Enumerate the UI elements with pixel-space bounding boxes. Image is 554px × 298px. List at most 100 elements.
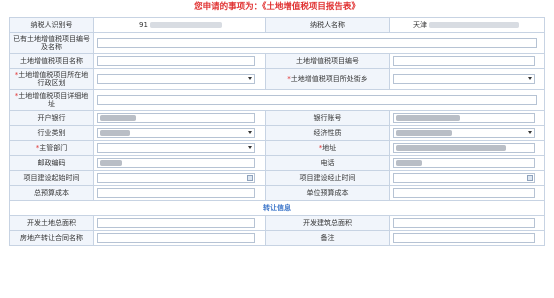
form-row-location: *土地增值税项目所在地行政区划 *土地增值税项目所处街乡 xyxy=(9,68,545,90)
taxpayer-id-prefix: 91 xyxy=(139,21,148,29)
bank-account-input[interactable] xyxy=(393,113,536,123)
end-date-input[interactable] xyxy=(393,173,536,183)
chevron-down-icon xyxy=(248,131,253,134)
contract-name-label: 房地产转让合同名称 xyxy=(9,230,94,246)
land-area-input[interactable] xyxy=(97,218,256,228)
form-row-dates: 项目建设起始时间 项目建设经止时间 xyxy=(9,170,545,186)
bank-account-label: 银行账号 xyxy=(265,110,390,126)
total-budget-cell xyxy=(93,185,266,201)
land-area-label: 开发土地总面积 xyxy=(9,215,94,231)
bank-input[interactable] xyxy=(97,113,256,123)
contract-name-cell xyxy=(93,230,266,246)
form-row-taxpayer: 纳税人识别号 91 纳税人名称 天津 xyxy=(9,17,545,33)
remarks-input[interactable] xyxy=(393,233,536,243)
building-area-cell xyxy=(389,215,545,231)
project-district-label: 土地增值税项目所在地行政区划 xyxy=(18,71,89,87)
start-date-label: 项目建设起始时间 xyxy=(9,170,94,186)
transfer-section-title: 转让信息 xyxy=(9,200,545,216)
industry-label: 行业类别 xyxy=(9,125,94,141)
form-row-authority: *主管部门 *地址 xyxy=(9,140,545,156)
land-area-cell xyxy=(93,215,266,231)
economic-nature-cell xyxy=(389,125,545,141)
chevron-down-icon xyxy=(528,131,533,134)
phone-redacted xyxy=(396,160,422,166)
calendar-icon[interactable] xyxy=(247,175,254,181)
total-budget-input[interactable] xyxy=(97,188,256,198)
bank-redacted xyxy=(100,115,136,121)
end-date-cell xyxy=(389,170,545,186)
address-cell xyxy=(389,140,545,156)
existing-project-cell xyxy=(93,32,545,54)
bank-label: 开户银行 xyxy=(9,110,94,126)
page-title: 您申请的事项为：《土地增值税项目报告表》 xyxy=(194,2,360,12)
postcode-cell xyxy=(93,155,266,171)
total-budget-label: 总预算成本 xyxy=(9,185,94,201)
unit-budget-input[interactable] xyxy=(393,188,536,198)
contract-name-input[interactable] xyxy=(97,233,256,243)
project-address-input[interactable] xyxy=(97,95,537,105)
project-street-label-cell: *土地增值税项目所处街乡 xyxy=(265,68,390,90)
chevron-down-icon xyxy=(248,77,253,80)
form-row-project-address: *土地增值税项目详细地址 xyxy=(9,89,545,111)
project-address-cell xyxy=(93,89,545,111)
project-name-cell xyxy=(93,53,266,69)
project-district-cell xyxy=(93,68,266,90)
building-area-input[interactable] xyxy=(393,218,536,228)
existing-project-input[interactable] xyxy=(97,38,537,48)
form-row-existing-project: 已有土地增值税项目编号及名称 xyxy=(9,32,545,54)
taxpayer-name-redacted xyxy=(429,22,520,28)
taxpayer-id-label: 纳税人识别号 xyxy=(9,17,94,33)
postcode-redacted xyxy=(100,160,122,166)
address-redacted xyxy=(396,145,506,151)
building-area-label: 开发建筑总面积 xyxy=(265,215,390,231)
project-street-label: 土地增值税项目所处街乡 xyxy=(290,75,368,83)
form-row-industry: 行业类别 经济性质 xyxy=(9,125,545,141)
remarks-label: 备注 xyxy=(265,230,390,246)
remarks-cell xyxy=(389,230,545,246)
project-no-cell xyxy=(389,53,545,69)
existing-project-label: 已有土地增值税项目编号及名称 xyxy=(9,32,94,54)
industry-cell xyxy=(93,125,266,141)
economic-nature-label: 经济性质 xyxy=(265,125,390,141)
authority-cell xyxy=(93,140,266,156)
phone-cell xyxy=(389,155,545,171)
chevron-down-icon xyxy=(248,146,253,149)
project-no-input[interactable] xyxy=(393,56,536,66)
authority-label-cell: *主管部门 xyxy=(9,140,94,156)
form-row-budget: 总预算成本 单位预算成本 xyxy=(9,185,545,201)
project-district-select[interactable] xyxy=(97,74,256,84)
project-name-input[interactable] xyxy=(97,56,256,66)
start-date-cell xyxy=(93,170,266,186)
project-name-label: 土地增值税项目名称 xyxy=(9,53,94,69)
project-street-cell xyxy=(389,68,545,90)
unit-budget-cell xyxy=(389,185,545,201)
project-street-select[interactable] xyxy=(393,74,536,84)
project-address-label-cell: *土地增值税项目详细地址 xyxy=(9,89,94,111)
taxpayer-id-value: 91 xyxy=(93,17,266,33)
authority-select[interactable] xyxy=(97,143,256,153)
chevron-down-icon xyxy=(528,77,533,80)
form-row-postcode: 邮政编码 电话 xyxy=(9,155,545,171)
address-input[interactable] xyxy=(393,143,536,153)
phone-input[interactable] xyxy=(393,158,536,168)
form-row-contract: 房地产转让合同名称 备注 xyxy=(9,230,545,246)
bank-account-redacted xyxy=(396,115,460,121)
postcode-input[interactable] xyxy=(97,158,256,168)
address-label: 地址 xyxy=(322,144,337,152)
form-row-project: 土地增值税项目名称 土地增值税项目编号 xyxy=(9,53,545,69)
industry-select[interactable] xyxy=(97,128,256,138)
start-date-input[interactable] xyxy=(97,173,256,183)
end-date-label: 项目建设经止时间 xyxy=(265,170,390,186)
postcode-label: 邮政编码 xyxy=(9,155,94,171)
bank-cell xyxy=(93,110,266,126)
bank-account-cell xyxy=(389,110,545,126)
form-row-area: 开发土地总面积 开发建筑总面积 xyxy=(9,215,545,231)
phone-label: 电话 xyxy=(265,155,390,171)
taxpayer-name-value: 天津 xyxy=(389,17,545,33)
economic-nature-redacted xyxy=(396,130,452,136)
project-no-label: 土地增值税项目编号 xyxy=(265,53,390,69)
project-district-label-cell: *土地增值税项目所在地行政区划 xyxy=(9,68,94,90)
economic-nature-select[interactable] xyxy=(393,128,536,138)
calendar-icon[interactable] xyxy=(527,175,534,181)
form-row-bank: 开户银行 银行账号 xyxy=(9,110,545,126)
